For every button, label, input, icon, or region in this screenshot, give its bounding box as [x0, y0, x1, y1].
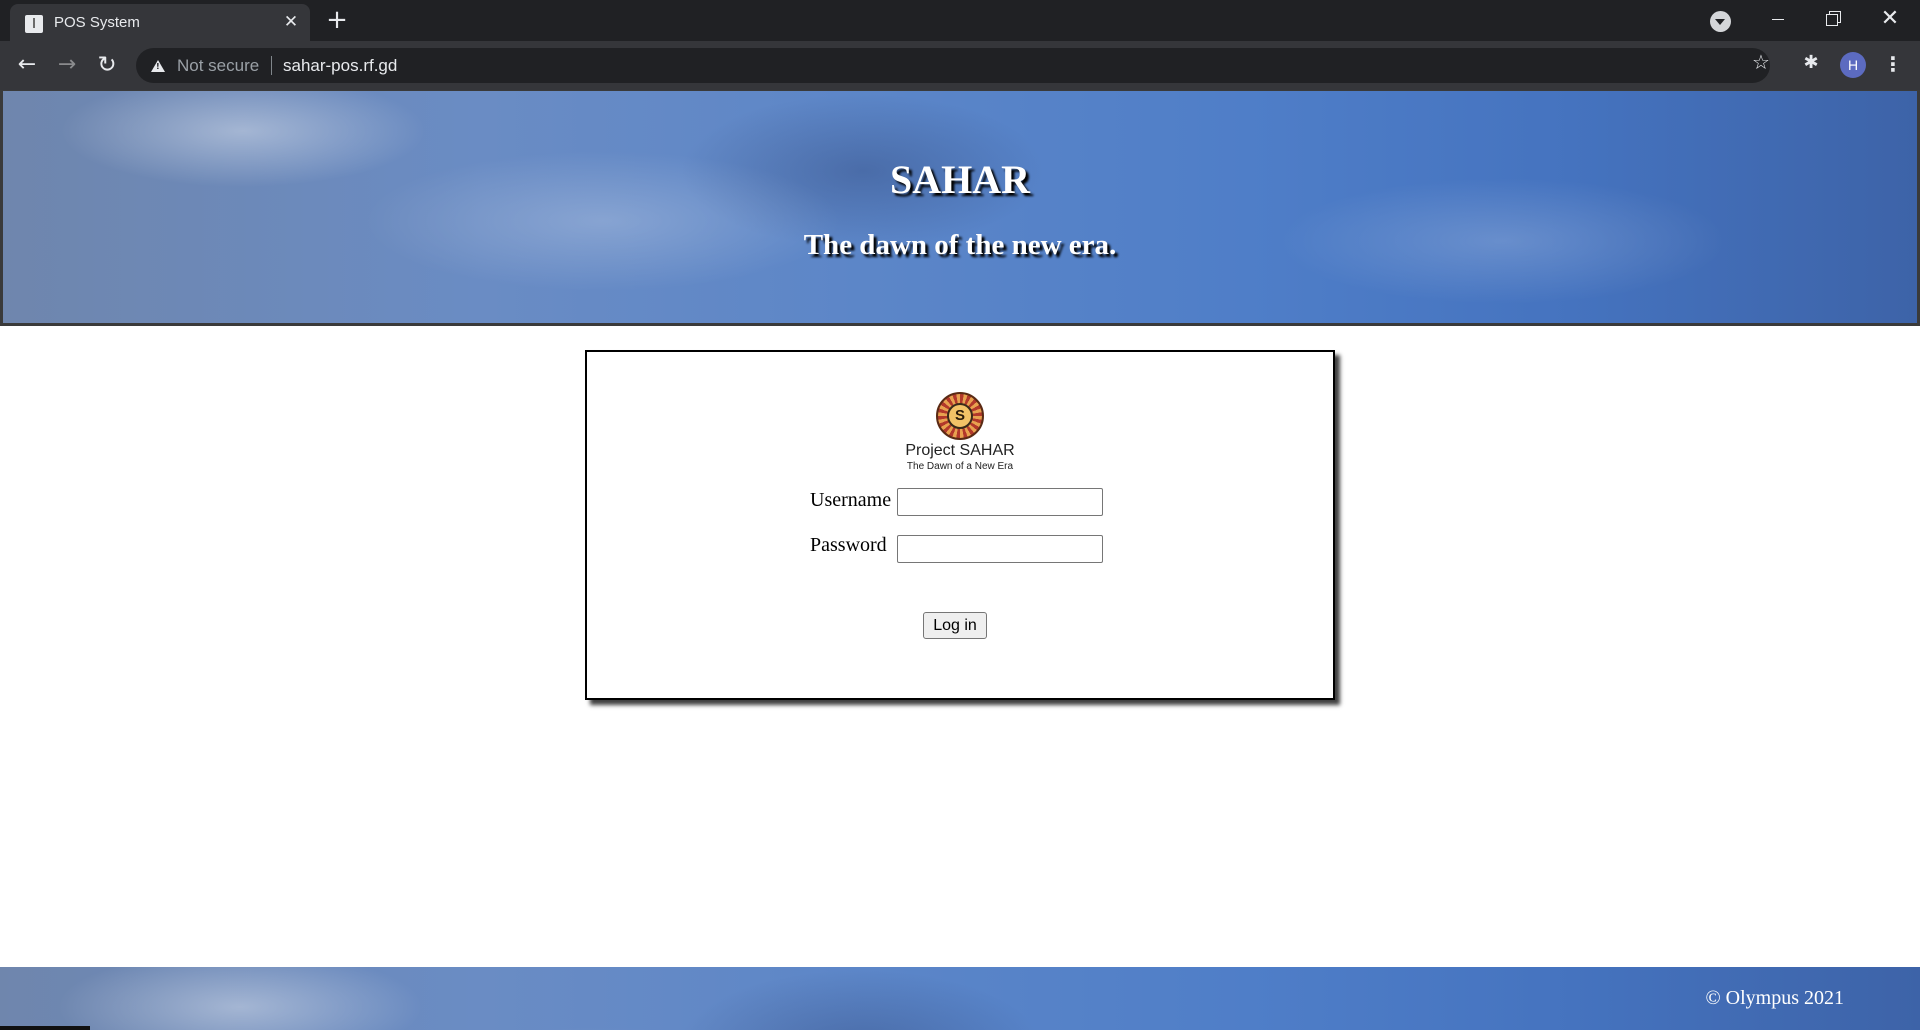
close-window-button[interactable]: ✕: [1862, 0, 1918, 41]
warning-icon[interactable]: [151, 60, 165, 72]
site-subtitle: The dawn of the new era.: [803, 229, 1117, 261]
back-arrow-icon[interactable]: ←: [10, 48, 44, 82]
reload-icon[interactable]: ↻: [90, 48, 124, 82]
project-logo: S Project SAHAR The Dawn of a New Era: [587, 392, 1333, 472]
browser-tab[interactable]: POS System ✕: [10, 4, 310, 41]
extensions-puzzle-icon[interactable]: ✱: [1799, 51, 1823, 75]
tab-title: POS System: [54, 14, 140, 31]
logo-name: Project SAHAR: [905, 442, 1015, 459]
logo-letter: S: [947, 403, 973, 429]
login-form: S Project SAHAR The Dawn of a New Era Us…: [585, 350, 1335, 700]
page-footer: © Olympus 2021: [0, 967, 1920, 1030]
logo-tagline: The Dawn of a New Era: [906, 461, 1014, 472]
url-text[interactable]: sahar-pos.rf.gd: [283, 56, 397, 76]
footer-decoration: [0, 1026, 90, 1030]
password-label: Password: [810, 534, 887, 556]
restore-window-button[interactable]: [1806, 0, 1862, 41]
browser-menu-icon[interactable]: ⋮: [1881, 50, 1905, 78]
profile-avatar[interactable]: H: [1840, 52, 1866, 78]
page-header: SAHAR The dawn of the new era.: [0, 90, 1920, 326]
address-bar[interactable]: Not secure sahar-pos.rf.gd: [136, 48, 1770, 83]
sun-emblem-icon: S: [936, 392, 984, 440]
username-label: Username: [810, 489, 892, 511]
login-button[interactable]: Log in: [923, 612, 987, 639]
page-favicon-icon: [25, 15, 43, 33]
browser-toolbar: ← → ↻ Not secure sahar-pos.rf.gd: [0, 41, 1920, 90]
site-title: SAHAR: [889, 157, 1031, 202]
password-field[interactable]: [897, 535, 1103, 563]
tab-search-icon[interactable]: [1710, 11, 1731, 32]
security-status[interactable]: Not secure: [177, 56, 259, 76]
browser-tab-bar: POS System ✕ + ✕: [0, 0, 1920, 41]
username-field[interactable]: [897, 488, 1103, 516]
copyright-text: © Olympus 2021: [1705, 987, 1844, 1009]
bookmark-star-icon[interactable]: ☆: [1748, 49, 1774, 75]
close-tab-icon[interactable]: ✕: [280, 11, 302, 33]
new-tab-icon[interactable]: +: [323, 7, 351, 35]
minimize-window-button[interactable]: [1750, 0, 1806, 41]
forward-arrow-icon[interactable]: →: [50, 48, 84, 82]
address-separator: [271, 56, 272, 75]
